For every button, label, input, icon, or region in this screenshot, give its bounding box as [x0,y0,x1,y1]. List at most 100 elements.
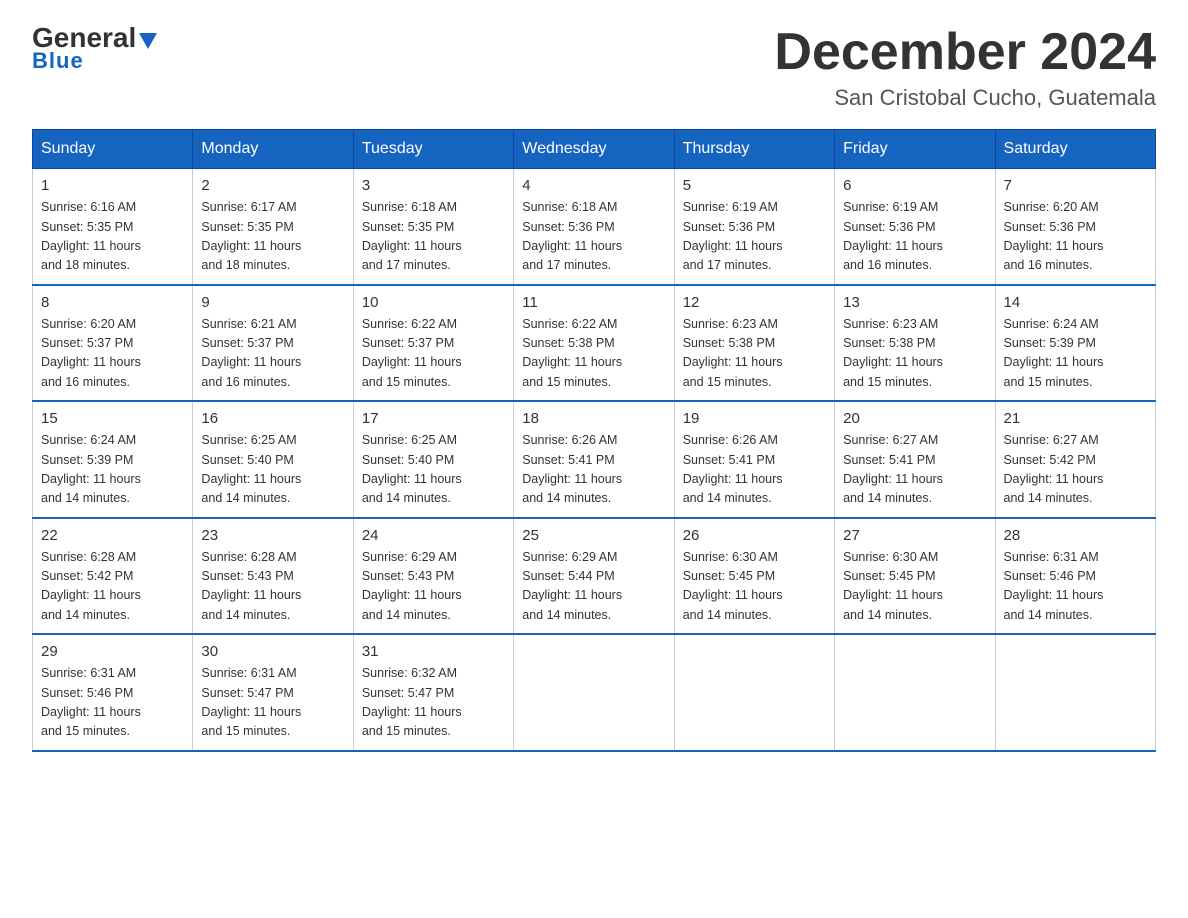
calendar-cell: 3 Sunrise: 6:18 AMSunset: 5:35 PMDayligh… [353,169,513,285]
day-info: Sunrise: 6:31 AMSunset: 5:46 PMDaylight:… [41,664,184,742]
day-info: Sunrise: 6:25 AMSunset: 5:40 PMDaylight:… [362,431,505,509]
header-thursday: Thursday [674,130,834,169]
day-number: 24 [362,527,505,544]
calendar-cell: 11 Sunrise: 6:22 AMSunset: 5:38 PMDaylig… [514,285,674,402]
header-saturday: Saturday [995,130,1155,169]
day-number: 25 [522,527,665,544]
calendar-cell: 4 Sunrise: 6:18 AMSunset: 5:36 PMDayligh… [514,169,674,285]
day-number: 28 [1004,527,1147,544]
day-info: Sunrise: 6:31 AMSunset: 5:47 PMDaylight:… [201,664,344,742]
day-info: Sunrise: 6:22 AMSunset: 5:37 PMDaylight:… [362,315,505,393]
day-number: 15 [41,410,184,427]
logo: General Blue [32,24,157,74]
day-info: Sunrise: 6:19 AMSunset: 5:36 PMDaylight:… [683,198,826,276]
week-row-4: 22 Sunrise: 6:28 AMSunset: 5:42 PMDaylig… [33,518,1156,635]
day-number: 1 [41,177,184,194]
header-friday: Friday [835,130,995,169]
day-number: 27 [843,527,986,544]
day-info: Sunrise: 6:20 AMSunset: 5:37 PMDaylight:… [41,315,184,393]
calendar-cell: 18 Sunrise: 6:26 AMSunset: 5:41 PMDaylig… [514,401,674,518]
day-info: Sunrise: 6:20 AMSunset: 5:36 PMDaylight:… [1004,198,1147,276]
day-number: 10 [362,294,505,311]
calendar-cell: 31 Sunrise: 6:32 AMSunset: 5:47 PMDaylig… [353,634,513,751]
calendar-cell: 27 Sunrise: 6:30 AMSunset: 5:45 PMDaylig… [835,518,995,635]
day-number: 2 [201,177,344,194]
day-info: Sunrise: 6:26 AMSunset: 5:41 PMDaylight:… [522,431,665,509]
page-header: General Blue December 2024 San Cristobal… [32,24,1156,111]
header-sunday: Sunday [33,130,193,169]
calendar-cell [835,634,995,751]
day-info: Sunrise: 6:19 AMSunset: 5:36 PMDaylight:… [843,198,986,276]
calendar-cell: 5 Sunrise: 6:19 AMSunset: 5:36 PMDayligh… [674,169,834,285]
day-number: 21 [1004,410,1147,427]
weekday-header-row: SundayMondayTuesdayWednesdayThursdayFrid… [33,130,1156,169]
day-number: 7 [1004,177,1147,194]
calendar-cell: 30 Sunrise: 6:31 AMSunset: 5:47 PMDaylig… [193,634,353,751]
calendar-cell: 8 Sunrise: 6:20 AMSunset: 5:37 PMDayligh… [33,285,193,402]
calendar-cell: 14 Sunrise: 6:24 AMSunset: 5:39 PMDaylig… [995,285,1155,402]
day-number: 16 [201,410,344,427]
calendar-cell: 22 Sunrise: 6:28 AMSunset: 5:42 PMDaylig… [33,518,193,635]
day-info: Sunrise: 6:24 AMSunset: 5:39 PMDaylight:… [1004,315,1147,393]
calendar-cell: 25 Sunrise: 6:29 AMSunset: 5:44 PMDaylig… [514,518,674,635]
day-number: 9 [201,294,344,311]
day-info: Sunrise: 6:29 AMSunset: 5:43 PMDaylight:… [362,548,505,626]
logo-triangle-icon [139,33,157,49]
calendar-cell: 15 Sunrise: 6:24 AMSunset: 5:39 PMDaylig… [33,401,193,518]
day-info: Sunrise: 6:24 AMSunset: 5:39 PMDaylight:… [41,431,184,509]
day-info: Sunrise: 6:18 AMSunset: 5:36 PMDaylight:… [522,198,665,276]
calendar-title-area: December 2024 San Cristobal Cucho, Guate… [774,24,1156,111]
week-row-3: 15 Sunrise: 6:24 AMSunset: 5:39 PMDaylig… [33,401,1156,518]
calendar-cell: 1 Sunrise: 6:16 AMSunset: 5:35 PMDayligh… [33,169,193,285]
day-info: Sunrise: 6:22 AMSunset: 5:38 PMDaylight:… [522,315,665,393]
calendar-cell: 29 Sunrise: 6:31 AMSunset: 5:46 PMDaylig… [33,634,193,751]
day-info: Sunrise: 6:23 AMSunset: 5:38 PMDaylight:… [683,315,826,393]
day-info: Sunrise: 6:25 AMSunset: 5:40 PMDaylight:… [201,431,344,509]
header-monday: Monday [193,130,353,169]
day-info: Sunrise: 6:17 AMSunset: 5:35 PMDaylight:… [201,198,344,276]
day-info: Sunrise: 6:32 AMSunset: 5:47 PMDaylight:… [362,664,505,742]
week-row-5: 29 Sunrise: 6:31 AMSunset: 5:46 PMDaylig… [33,634,1156,751]
header-wednesday: Wednesday [514,130,674,169]
day-number: 20 [843,410,986,427]
calendar-cell: 23 Sunrise: 6:28 AMSunset: 5:43 PMDaylig… [193,518,353,635]
day-number: 12 [683,294,826,311]
header-tuesday: Tuesday [353,130,513,169]
week-row-1: 1 Sunrise: 6:16 AMSunset: 5:35 PMDayligh… [33,169,1156,285]
day-info: Sunrise: 6:18 AMSunset: 5:35 PMDaylight:… [362,198,505,276]
calendar-cell: 21 Sunrise: 6:27 AMSunset: 5:42 PMDaylig… [995,401,1155,518]
day-info: Sunrise: 6:27 AMSunset: 5:42 PMDaylight:… [1004,431,1147,509]
calendar-cell: 9 Sunrise: 6:21 AMSunset: 5:37 PMDayligh… [193,285,353,402]
day-info: Sunrise: 6:29 AMSunset: 5:44 PMDaylight:… [522,548,665,626]
day-number: 8 [41,294,184,311]
calendar-cell: 19 Sunrise: 6:26 AMSunset: 5:41 PMDaylig… [674,401,834,518]
calendar-cell: 17 Sunrise: 6:25 AMSunset: 5:40 PMDaylig… [353,401,513,518]
calendar-table: SundayMondayTuesdayWednesdayThursdayFrid… [32,129,1156,752]
location-subtitle: San Cristobal Cucho, Guatemala [774,85,1156,111]
day-info: Sunrise: 6:26 AMSunset: 5:41 PMDaylight:… [683,431,826,509]
day-number: 3 [362,177,505,194]
day-number: 17 [362,410,505,427]
calendar-cell: 13 Sunrise: 6:23 AMSunset: 5:38 PMDaylig… [835,285,995,402]
day-number: 18 [522,410,665,427]
day-number: 14 [1004,294,1147,311]
day-info: Sunrise: 6:30 AMSunset: 5:45 PMDaylight:… [843,548,986,626]
calendar-cell [514,634,674,751]
calendar-cell: 24 Sunrise: 6:29 AMSunset: 5:43 PMDaylig… [353,518,513,635]
week-row-2: 8 Sunrise: 6:20 AMSunset: 5:37 PMDayligh… [33,285,1156,402]
logo-blue-text: Blue [32,48,84,74]
day-number: 26 [683,527,826,544]
calendar-cell: 6 Sunrise: 6:19 AMSunset: 5:36 PMDayligh… [835,169,995,285]
day-number: 22 [41,527,184,544]
day-info: Sunrise: 6:23 AMSunset: 5:38 PMDaylight:… [843,315,986,393]
calendar-cell: 2 Sunrise: 6:17 AMSunset: 5:35 PMDayligh… [193,169,353,285]
day-info: Sunrise: 6:21 AMSunset: 5:37 PMDaylight:… [201,315,344,393]
day-number: 23 [201,527,344,544]
month-year-title: December 2024 [774,24,1156,81]
day-number: 5 [683,177,826,194]
day-info: Sunrise: 6:16 AMSunset: 5:35 PMDaylight:… [41,198,184,276]
day-number: 13 [843,294,986,311]
day-number: 19 [683,410,826,427]
day-number: 30 [201,643,344,660]
day-info: Sunrise: 6:28 AMSunset: 5:43 PMDaylight:… [201,548,344,626]
